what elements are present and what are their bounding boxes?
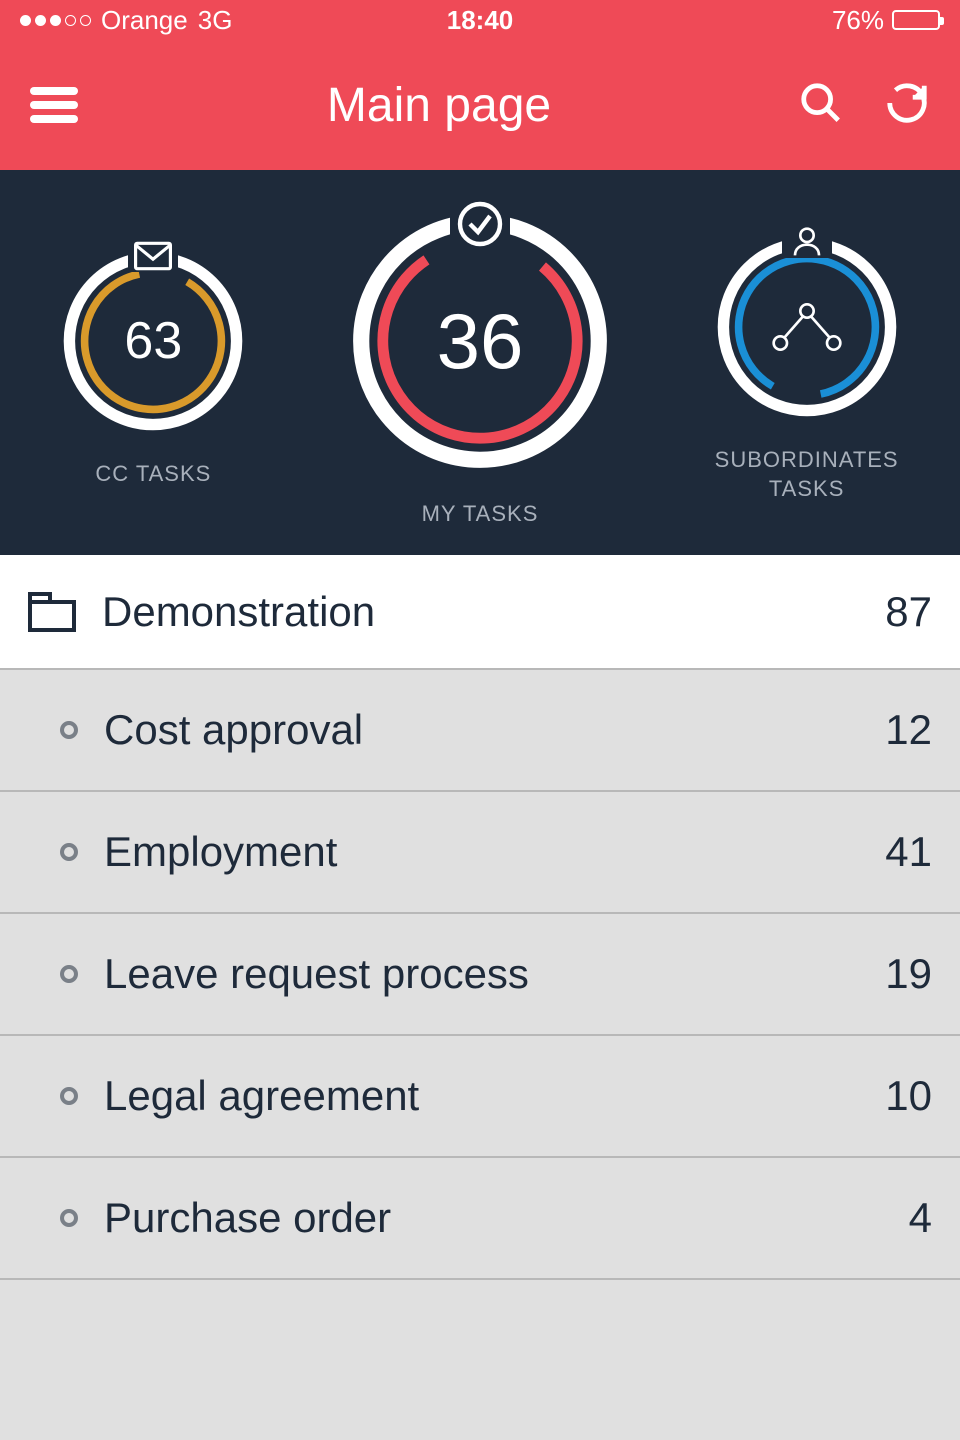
status-right: 76%: [633, 5, 940, 36]
status-left: Orange 3G: [20, 5, 327, 36]
dashboard: 63 CC TASKS 36 MY TASKS: [0, 170, 960, 555]
refresh-button[interactable]: [884, 80, 930, 131]
bullet-icon: [60, 1209, 78, 1227]
folder-icon: [28, 592, 76, 632]
carrier-label: Orange: [101, 5, 188, 36]
signal-dots: [20, 15, 91, 26]
bullet-icon: [60, 843, 78, 861]
folder-row-demonstration[interactable]: Demonstration 87: [0, 555, 960, 670]
menu-button[interactable]: [30, 81, 80, 129]
list-item-label: Legal agreement: [104, 1072, 885, 1120]
page-title: Main page: [80, 78, 798, 133]
list-item-employment[interactable]: Employment 41: [0, 792, 960, 914]
list-item-label: Leave request process: [104, 950, 885, 998]
list-item-count: 19: [885, 950, 932, 998]
search-button[interactable]: [798, 80, 844, 131]
status-time: 18:40: [327, 5, 634, 36]
bullet-icon: [60, 1087, 78, 1105]
subordinates-label: SUBORDINATES TASKS: [715, 446, 899, 503]
list-item-count: 4: [909, 1194, 932, 1242]
list-item-count: 10: [885, 1072, 932, 1120]
bullet-icon: [60, 965, 78, 983]
list-item-label: Employment: [104, 828, 885, 876]
list-item-legal-agreement[interactable]: Legal agreement 10: [0, 1036, 960, 1158]
cc-tasks-value: 63: [58, 246, 248, 436]
status-bar: Orange 3G 18:40 76%: [0, 0, 960, 40]
network-label: 3G: [198, 5, 233, 36]
battery-label: 76%: [832, 5, 884, 36]
list-item-leave-request[interactable]: Leave request process 19: [0, 914, 960, 1036]
list-item-cost-approval[interactable]: Cost approval 12: [0, 670, 960, 792]
list-item-label: Purchase order: [104, 1194, 909, 1242]
tree-icon: [712, 232, 902, 422]
bullet-icon: [60, 721, 78, 739]
subordinates-widget[interactable]: SUBORDINATES TASKS: [712, 232, 902, 503]
my-tasks-value: 36: [345, 206, 615, 476]
cc-tasks-label: CC TASKS: [95, 460, 211, 489]
app-header: Main page: [0, 40, 960, 170]
list-item-purchase-order[interactable]: Purchase order 4: [0, 1158, 960, 1280]
my-tasks-widget[interactable]: 36 MY TASKS: [345, 206, 615, 529]
cc-tasks-widget[interactable]: 63 CC TASKS: [58, 246, 248, 489]
folder-count: 87: [885, 588, 932, 636]
list-item-label: Cost approval: [104, 706, 885, 754]
battery-icon: [892, 10, 940, 30]
list-item-count: 12: [885, 706, 932, 754]
my-tasks-label: MY TASKS: [422, 500, 539, 529]
folder-label: Demonstration: [102, 588, 885, 636]
list-item-count: 41: [885, 828, 932, 876]
process-list: Cost approval 12 Employment 41 Leave req…: [0, 670, 960, 1280]
